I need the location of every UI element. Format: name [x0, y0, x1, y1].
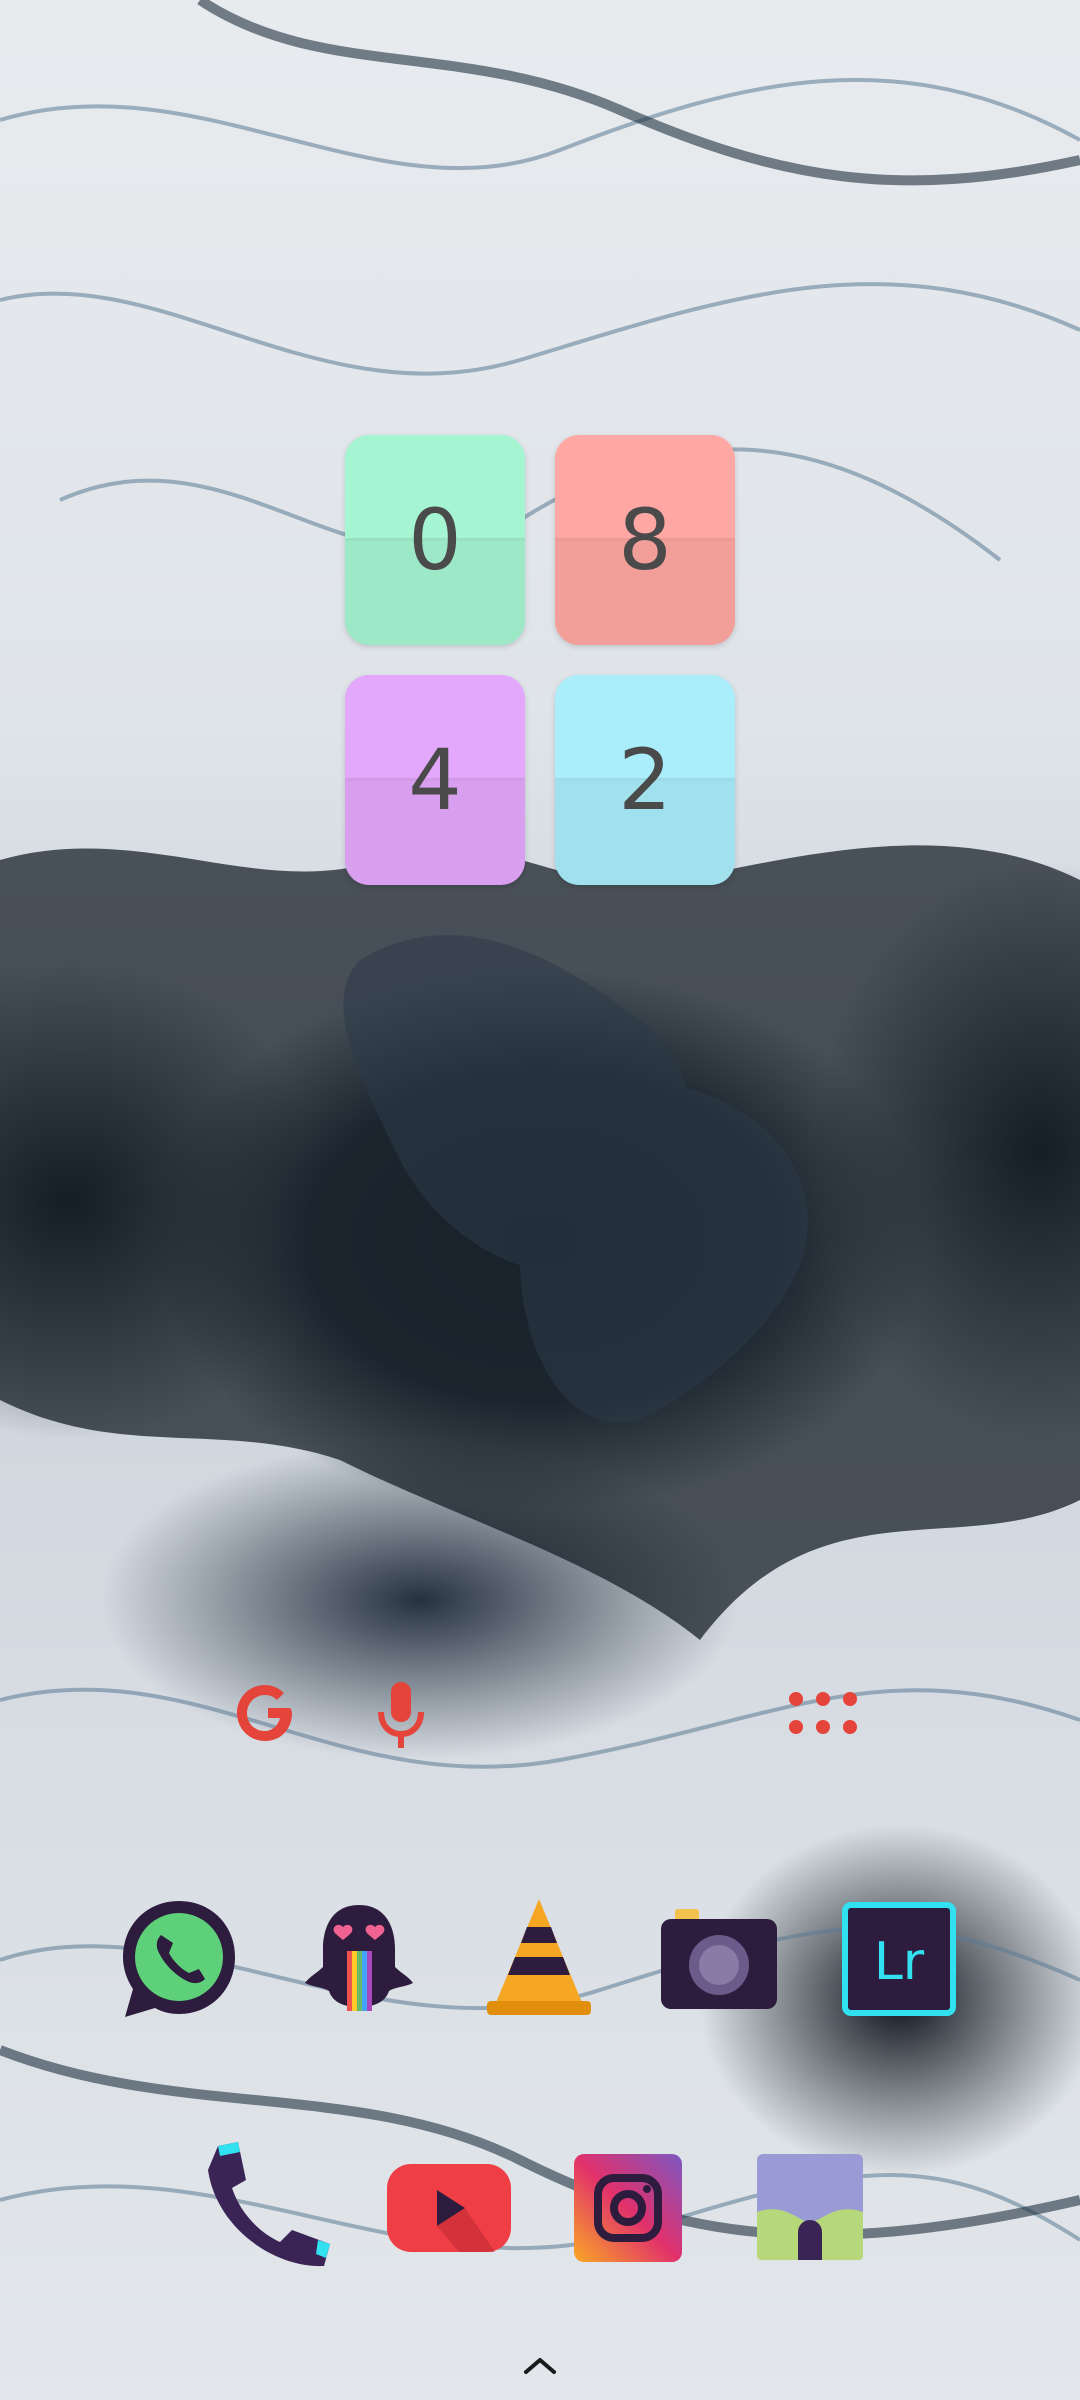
lightroom-text: Lr [874, 1932, 925, 1992]
gallery-landscape-icon[interactable] [755, 2152, 865, 2262]
clock-minute-ones[interactable]: 2 [555, 675, 735, 885]
camera-icon[interactable] [655, 1895, 783, 2023]
google-g-icon[interactable] [232, 1678, 302, 1748]
clock-minute-tens[interactable]: 4 [345, 675, 525, 885]
instagram-icon[interactable] [572, 2152, 684, 2264]
traffic-cone-icon[interactable] [475, 1895, 603, 2023]
clock-hour-ones[interactable]: 8 [555, 435, 735, 645]
clock-digit: 8 [618, 491, 672, 589]
wallpaper [0, 0, 1080, 2400]
ghost-icon[interactable] [295, 1895, 423, 2023]
app-drawer-dots-icon[interactable] [788, 1690, 858, 1736]
clock-digit: 4 [408, 731, 462, 829]
youtube-play-icon[interactable] [385, 2160, 513, 2256]
chevron-up-icon[interactable] [520, 2350, 560, 2380]
phone-handset-icon[interactable] [200, 2140, 340, 2280]
clock-digit: 2 [618, 731, 672, 829]
microphone-icon[interactable] [375, 1680, 427, 1750]
whatsapp-icon[interactable] [115, 1895, 243, 2023]
clock-hour-tens[interactable]: 0 [345, 435, 525, 645]
clock-digit: 0 [408, 491, 462, 589]
lightroom-icon[interactable]: Lr [835, 1895, 963, 2023]
